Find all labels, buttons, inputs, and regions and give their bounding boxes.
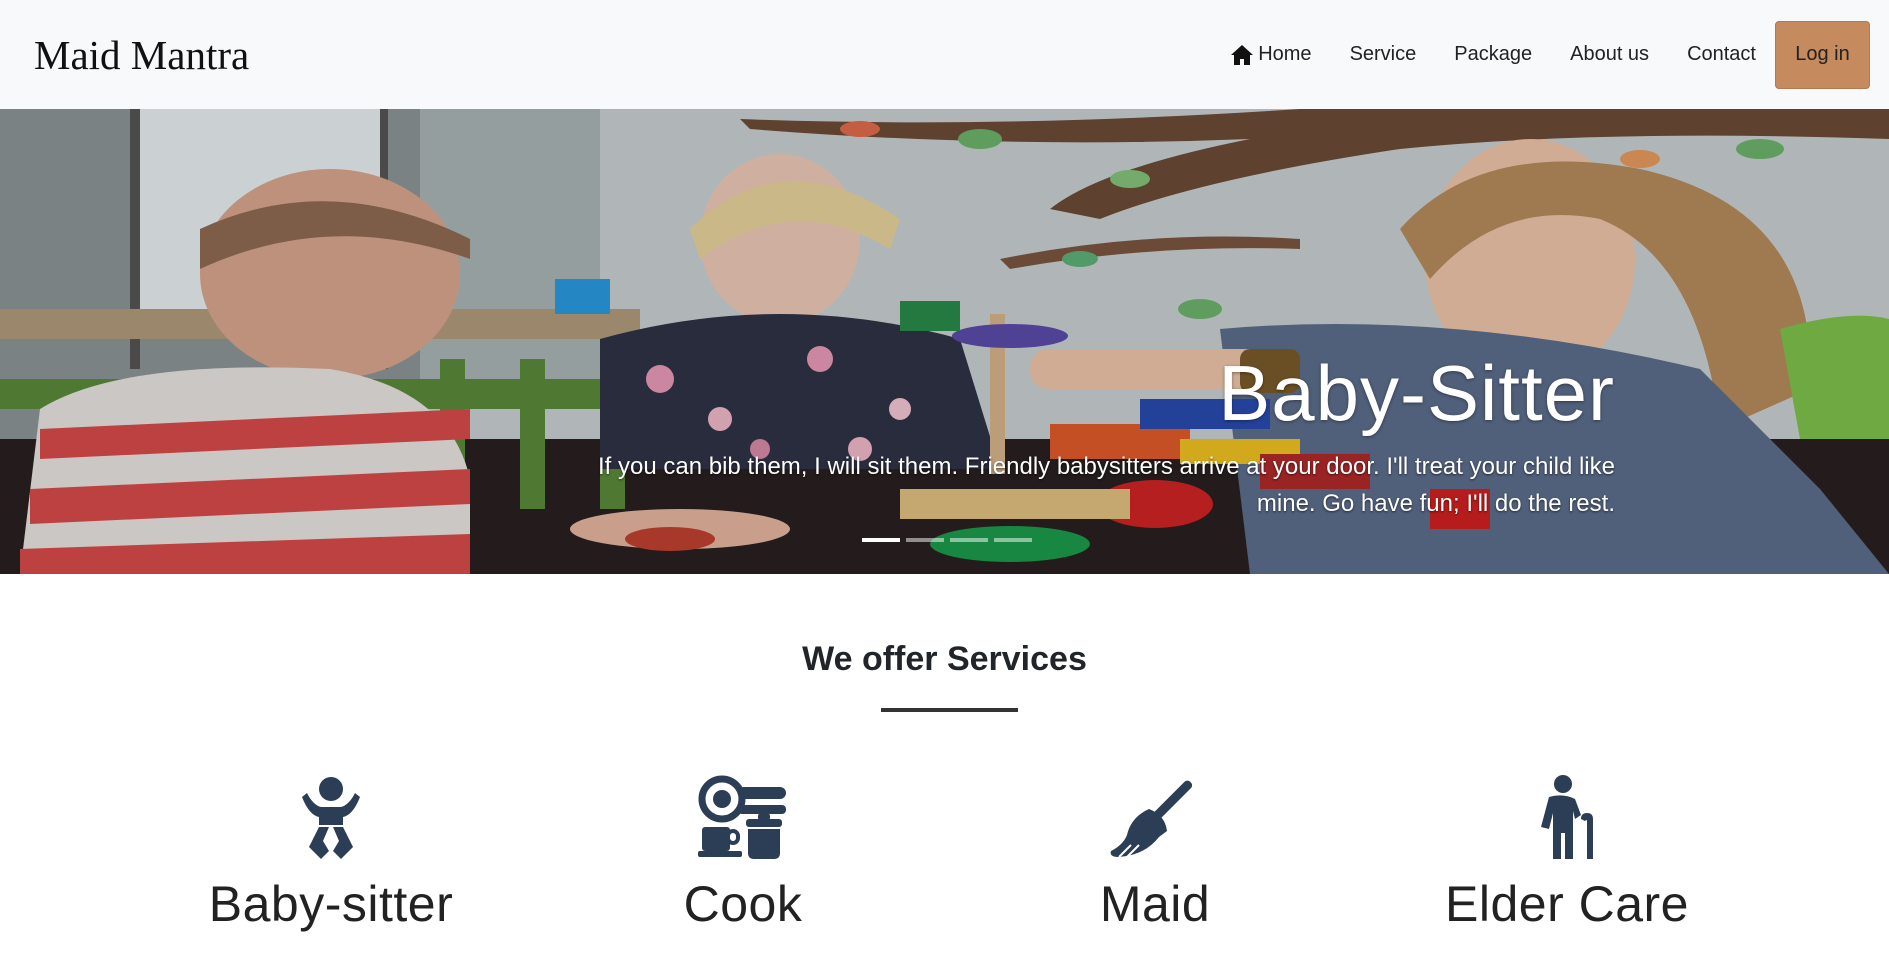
hero-caption: Baby-Sitter If you can bib them, I will … — [215, 354, 1615, 522]
nav-contact[interactable]: Contact — [1668, 43, 1775, 66]
carousel-indicator-2[interactable] — [906, 538, 944, 542]
services-heading: We offer Services — [802, 640, 1087, 678]
service-label: Baby-sitter — [208, 876, 454, 932]
baby-icon — [181, 775, 481, 865]
carousel-indicator-3[interactable] — [950, 538, 988, 542]
nav-menu: Home Service Package About us Contact Lo… — [1211, 20, 1870, 89]
service-cook[interactable]: Cook — [593, 775, 893, 933]
nav-about-us[interactable]: About us — [1551, 43, 1668, 66]
services-list: Baby-sitter Cook Maid Elder Care — [0, 775, 1889, 955]
home-icon — [1231, 44, 1254, 65]
carousel-indicator-4[interactable] — [994, 538, 1032, 542]
services-heading-underline — [881, 708, 1018, 712]
navbar: Maid Mantra Home Service Package About u… — [0, 0, 1889, 109]
service-label: Maid — [1099, 876, 1211, 932]
login-button[interactable]: Log in — [1775, 20, 1870, 89]
hero-title: Baby-Sitter — [1218, 349, 1615, 437]
carousel-indicators — [862, 538, 1032, 542]
service-maid[interactable]: Maid — [1005, 775, 1305, 933]
service-label: Elder Care — [1445, 876, 1689, 932]
cooking-icon — [593, 775, 893, 865]
nav-home-label: Home — [1258, 43, 1312, 65]
hero-description: If you can bib them, I will sit them. Fr… — [598, 453, 1615, 517]
nav-service[interactable]: Service — [1331, 43, 1436, 66]
service-elder-care[interactable]: Elder Care — [1417, 775, 1717, 933]
elderly-person-icon — [1417, 775, 1717, 865]
service-baby-sitter[interactable]: Baby-sitter — [181, 775, 481, 933]
hero-carousel[interactable]: Baby-Sitter If you can bib them, I will … — [0, 109, 1889, 574]
broom-icon — [1005, 775, 1305, 865]
brand-logo[interactable]: Maid Mantra — [34, 31, 249, 79]
service-label: Cook — [683, 876, 803, 932]
carousel-indicator-1[interactable] — [862, 538, 900, 542]
nav-package[interactable]: Package — [1435, 43, 1551, 66]
nav-home[interactable]: Home — [1211, 43, 1330, 66]
